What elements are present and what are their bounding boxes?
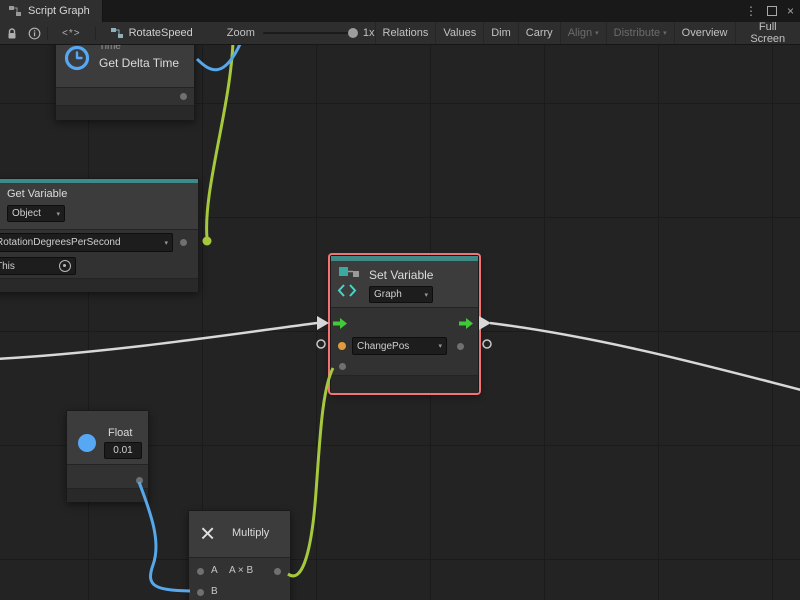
- code-icon[interactable]: <*>: [62, 22, 81, 44]
- info-icon[interactable]: [28, 22, 41, 44]
- node-float[interactable]: Float 0.01: [66, 410, 149, 502]
- zoom-slider[interactable]: [263, 26, 358, 40]
- variable-name-dropdown[interactable]: ChangePos ▾: [352, 337, 447, 355]
- float-value-input[interactable]: 0.01: [104, 442, 142, 459]
- script-graph-icon: [8, 5, 22, 17]
- value-input-port[interactable]: [339, 363, 346, 370]
- variable-value-input-port[interactable]: [338, 342, 346, 350]
- lock-icon[interactable]: [6, 22, 18, 44]
- zoom-label: Zoom: [227, 27, 255, 39]
- float-value: 0.01: [113, 445, 132, 456]
- result-label: A × B: [229, 565, 253, 576]
- chevron-down-icon: ▾: [438, 342, 442, 350]
- variable-name-dropdown[interactable]: RotationDegreesPerSecond ▾: [0, 233, 173, 252]
- graph-asset-icon: [110, 27, 124, 39]
- target-object-value: This: [0, 261, 15, 272]
- value-output-port[interactable]: [180, 239, 187, 246]
- relations-button[interactable]: Relations: [375, 22, 436, 44]
- zoom-slider-handle[interactable]: [348, 28, 358, 38]
- object-picker-icon[interactable]: [59, 260, 71, 272]
- graph-toolbar: <*> RotateSpeed Zoom 1x Relations Values…: [0, 22, 800, 45]
- carry-button[interactable]: Carry: [518, 22, 560, 44]
- node-get-variable[interactable]: Get Variable Object ▾ RotationDegreesPer…: [0, 178, 199, 292]
- toolbar-separator: [95, 27, 96, 40]
- float-icon: [78, 434, 96, 452]
- window-tab-bar: Script Graph: [0, 0, 800, 22]
- value-input-port-a[interactable]: [197, 568, 204, 575]
- variable-scope-dropdown[interactable]: Object ▾: [7, 205, 65, 222]
- values-button[interactable]: Values: [435, 22, 483, 44]
- port-label-a: A: [211, 565, 218, 576]
- chevron-down-icon: ▾: [595, 29, 599, 37]
- toolbar-buttons: Relations Values Dim Carry Align ▾ Distr…: [375, 22, 800, 44]
- menu-icon[interactable]: ⋮: [745, 5, 757, 17]
- variable-scope-value: Graph: [374, 289, 402, 300]
- tab-script-graph[interactable]: Script Graph: [0, 0, 103, 22]
- distribute-button[interactable]: Distribute ▾: [606, 22, 674, 44]
- node-footer-section: [331, 375, 478, 393]
- clock-icon: [64, 45, 90, 71]
- graph-reference[interactable]: RotateSpeed: [110, 27, 193, 39]
- variable-scope-dropdown[interactable]: Graph ▾: [369, 286, 433, 303]
- graph-name: RotateSpeed: [129, 27, 193, 39]
- node-multiply[interactable]: × Multiply A A × B B: [188, 510, 291, 600]
- toolbar-separator: [47, 27, 48, 40]
- node-title: Multiply: [232, 527, 269, 539]
- close-icon[interactable]: ×: [787, 5, 794, 17]
- node-footer-section: [56, 105, 194, 120]
- unity-script-graph-window: Time Get Delta Time Get Variable Object …: [0, 0, 800, 600]
- node-footer-section: [0, 278, 198, 292]
- chevron-down-icon: ▾: [56, 210, 60, 218]
- chevron-down-icon: ▾: [424, 291, 428, 299]
- node-footer-section: [67, 488, 148, 502]
- value-output-port[interactable]: [180, 93, 187, 100]
- node-set-variable[interactable]: Set Variable Graph ▾ ChangePos ▾: [330, 255, 479, 393]
- target-object-field[interactable]: This: [0, 257, 76, 275]
- node-title: Set Variable: [369, 268, 433, 282]
- value-output-port[interactable]: [457, 343, 464, 350]
- align-button[interactable]: Align ▾: [560, 22, 606, 44]
- control-input-port[interactable]: [333, 318, 347, 329]
- multiply-icon: ×: [200, 520, 215, 546]
- chevron-down-icon: ▾: [164, 239, 168, 247]
- tab-title: Script Graph: [28, 5, 90, 17]
- node-body-section: [189, 557, 290, 600]
- value-input-port-b[interactable]: [197, 589, 204, 596]
- overview-button[interactable]: Overview: [674, 22, 735, 44]
- port-label-b: B: [211, 586, 218, 597]
- variable-name-value: ChangePos: [357, 341, 409, 352]
- variable-scope-value: Object: [12, 208, 41, 219]
- window-controls: ⋮ ×: [745, 0, 794, 22]
- value-output-port[interactable]: [136, 477, 143, 484]
- node-body-section: [56, 87, 194, 106]
- dim-button[interactable]: Dim: [483, 22, 518, 44]
- node-title: Get Variable: [7, 188, 67, 200]
- zoom-value: 1x: [363, 27, 375, 39]
- chevron-down-icon: ▾: [663, 29, 667, 37]
- maximize-icon[interactable]: [767, 6, 777, 16]
- zoom-slider-track: [263, 32, 358, 34]
- graph-variable-icon: [337, 264, 363, 300]
- node-body-section: [67, 464, 148, 489]
- node-title: Get Delta Time: [99, 56, 179, 70]
- variable-name-value: RotationDegreesPerSecond: [0, 237, 121, 248]
- node-title: Float: [108, 427, 132, 439]
- fullscreen-button[interactable]: Full Screen: [735, 22, 800, 44]
- control-output-port[interactable]: [459, 318, 473, 329]
- value-output-port[interactable]: [274, 568, 281, 575]
